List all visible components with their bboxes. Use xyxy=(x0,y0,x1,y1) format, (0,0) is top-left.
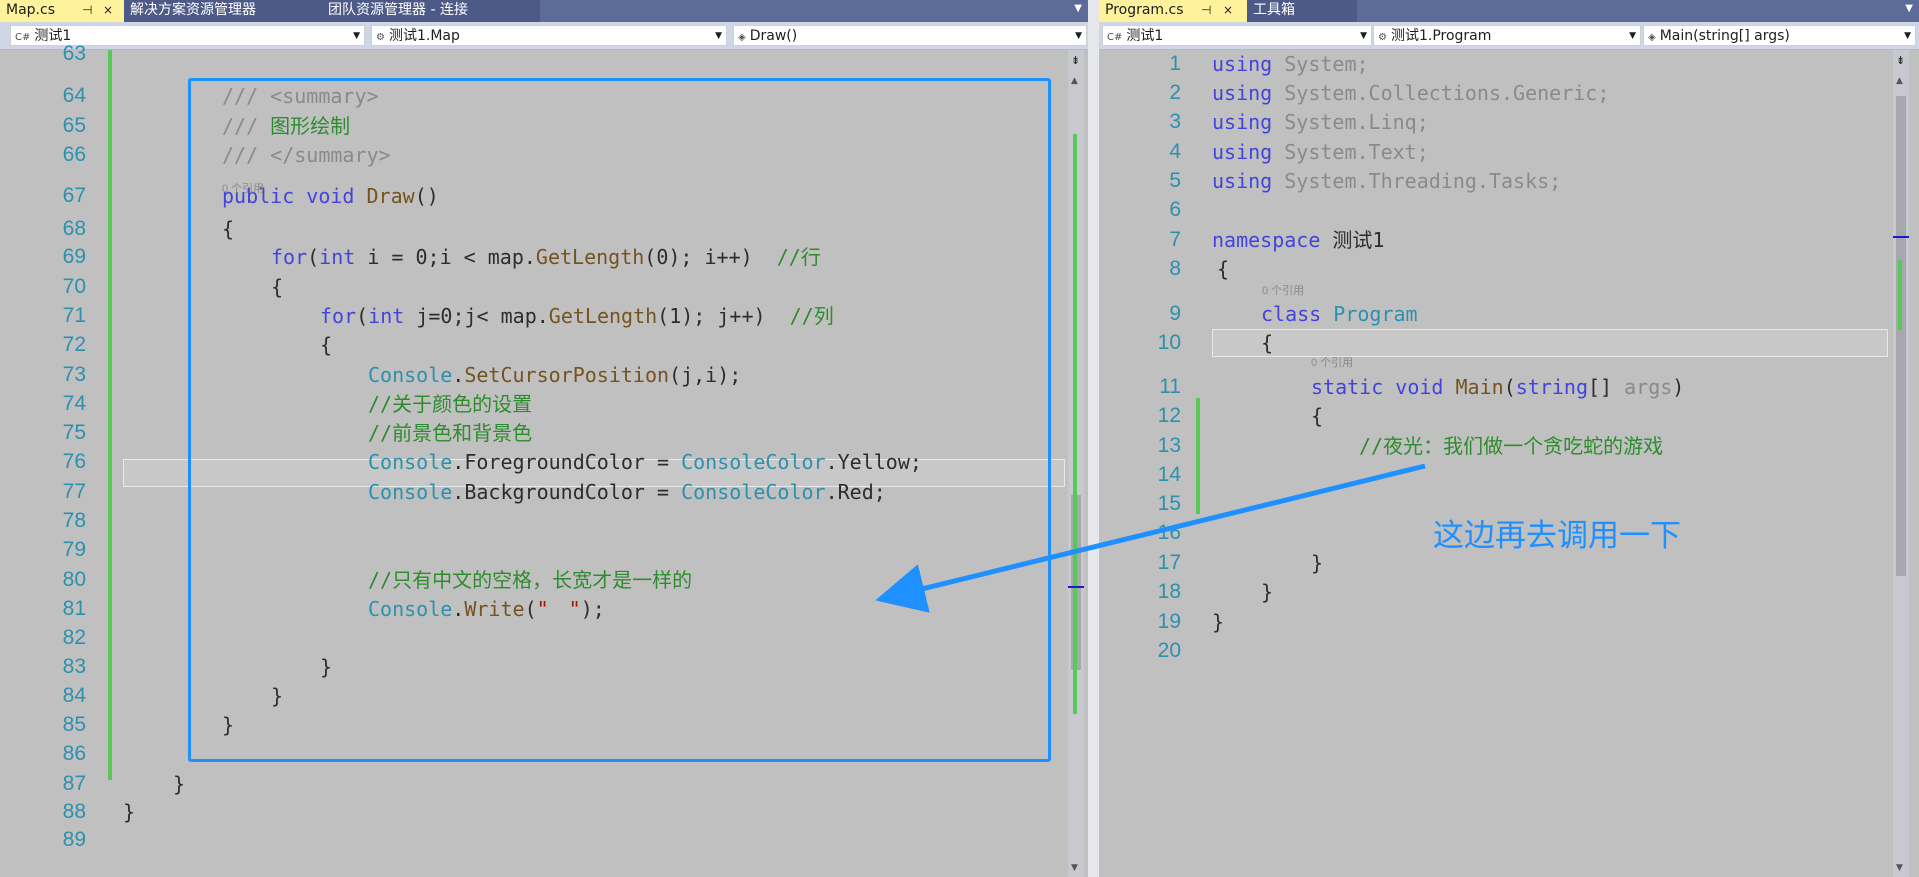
annotation-arrow xyxy=(875,463,1426,613)
